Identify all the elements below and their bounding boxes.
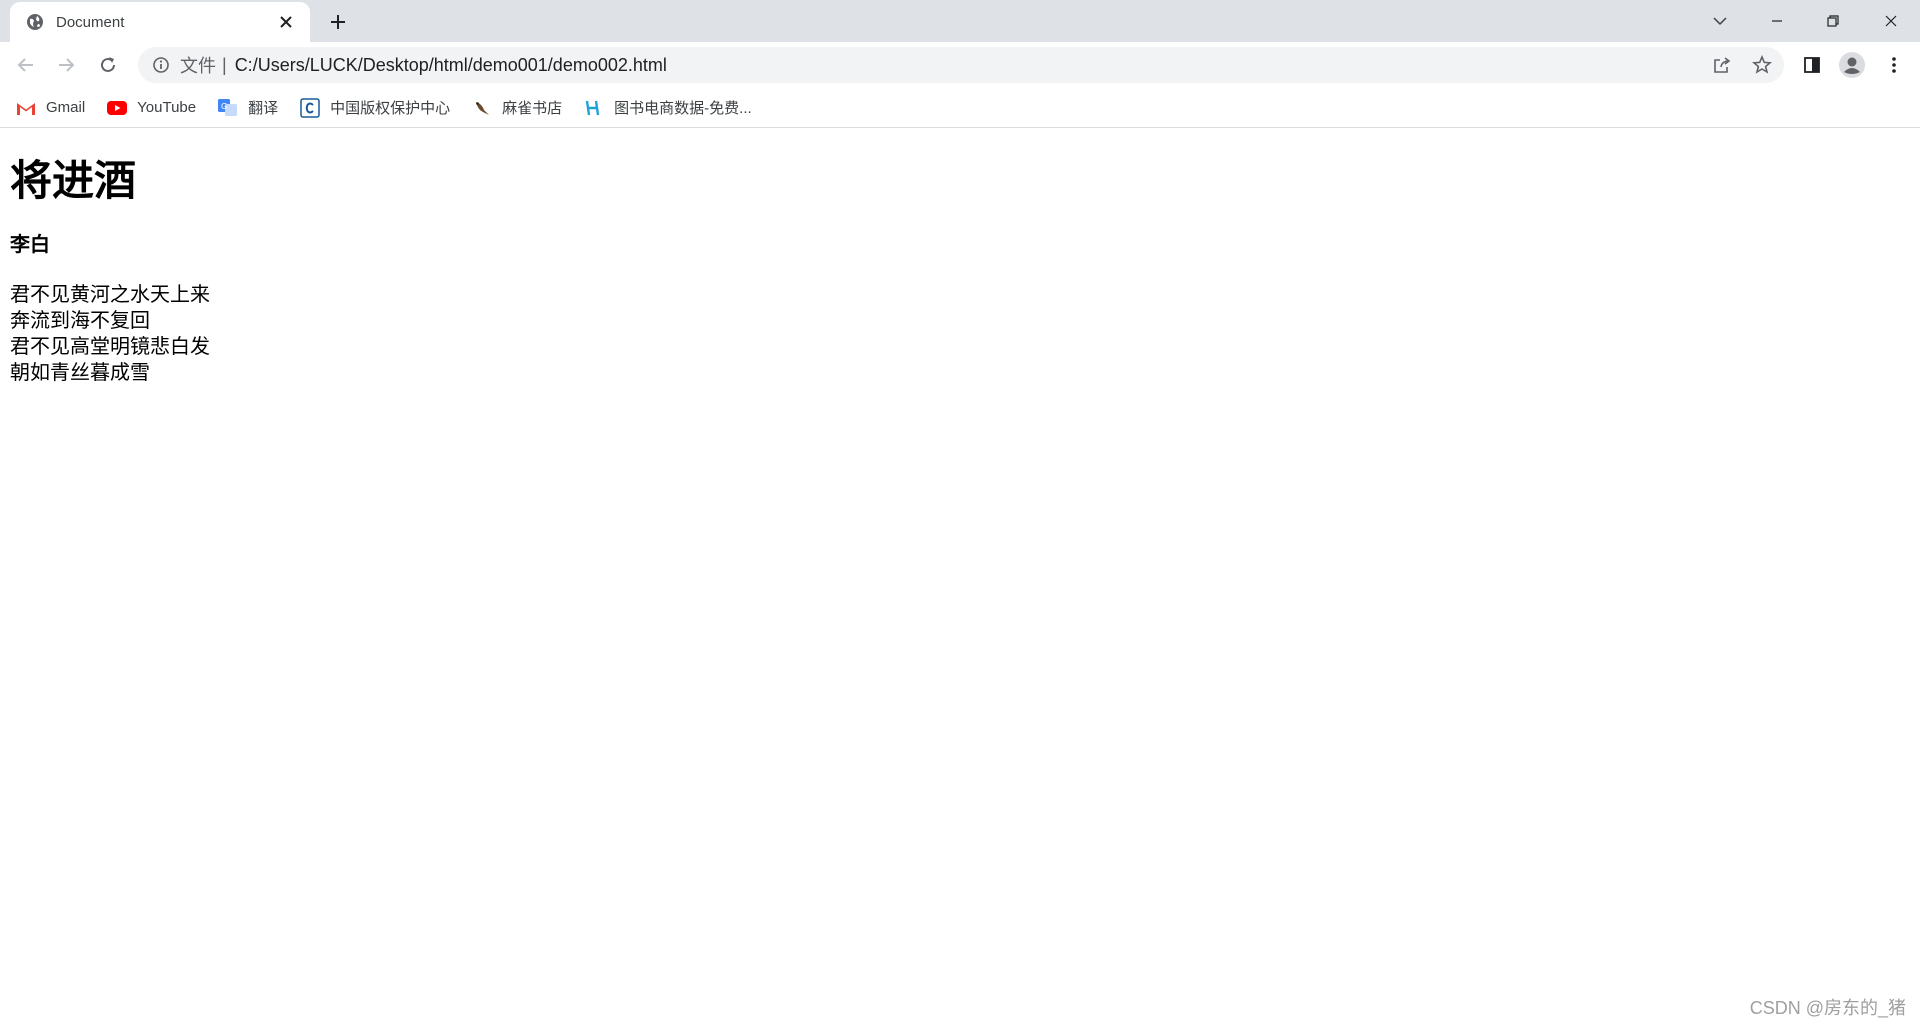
bookmark-label: 中国版权保护中心 (330, 100, 451, 117)
youtube-icon (107, 99, 128, 117)
close-icon (1885, 15, 1897, 27)
address-bar[interactable]: 文件 | C:/Users/LUCK/Desktop/html/demo001/… (138, 47, 1784, 83)
arrow-right-icon (59, 58, 75, 72)
back-button[interactable] (10, 49, 42, 81)
book-data-icon (584, 99, 604, 117)
poem-body: 君不见黄河之水天上来 奔流到海不复回 君不见高堂明镜悲白发 朝如青丝暮成雪 (10, 282, 1910, 386)
bookmark-label: Gmail (46, 99, 86, 116)
scheme-label: 文件 (180, 56, 216, 76)
poem-line: 奔流到海不复回 (10, 310, 150, 332)
share-button[interactable] (1708, 51, 1736, 79)
close-window-button[interactable] (1876, 6, 1906, 36)
bookmark-copyright-center[interactable]: 中国版权保护中心 (300, 94, 450, 122)
scheme-separator: | (222, 54, 227, 75)
tab-strip: Document (0, 0, 1920, 42)
avatar-icon (1839, 52, 1865, 78)
tab-search-button[interactable] (1705, 6, 1735, 36)
side-panel-button[interactable] (1798, 51, 1826, 79)
bookmark-label: YouTube (137, 99, 197, 116)
bookmarks-bar: Gmail YouTube G 翻译 中国版权保护中心 麻雀书店 图书电商数据-… (0, 88, 1920, 128)
tab-title: Document (56, 13, 125, 31)
csdn-watermark: CSDN @房东的_猪 (1749, 998, 1906, 1018)
side-panel-icon (1804, 57, 1820, 73)
poem-line: 君不见高堂明镜悲白发 (10, 336, 210, 358)
poem-title: 将进酒 (10, 157, 137, 204)
arrow-left-icon (17, 58, 33, 72)
bookmark-label: 麻雀书店 (502, 100, 563, 117)
poem-line: 朝如青丝暮成雪 (10, 362, 150, 384)
gmail-icon (16, 99, 36, 117)
browser-window: Document 文件 | C:/Users/LUCK/Desktop/html… (0, 0, 1920, 1030)
poem-line: 君不见黄河之水天上来 (10, 284, 210, 306)
profile-button[interactable] (1838, 51, 1866, 79)
menu-button[interactable] (1880, 51, 1908, 79)
forward-button[interactable] (50, 49, 82, 81)
bookmark-label: 图书电商数据-免费... (614, 100, 752, 117)
info-icon[interactable] (152, 56, 170, 74)
bookmark-label: 翻译 (248, 100, 279, 117)
svg-text:G: G (221, 102, 227, 111)
toolbar: 文件 | C:/Users/LUCK/Desktop/html/demo001/… (0, 42, 1920, 88)
kebab-menu-icon (1892, 57, 1896, 73)
bookmark-gmail[interactable]: Gmail (16, 94, 85, 122)
tab-document[interactable]: Document (10, 2, 310, 42)
restore-icon (1827, 15, 1839, 27)
sparrow-bookstore-icon (472, 99, 492, 117)
minimize-button[interactable] (1762, 6, 1792, 36)
bookmark-star-button[interactable] (1748, 51, 1776, 79)
minimize-icon (1772, 20, 1782, 22)
close-tab-icon[interactable] (276, 12, 296, 32)
share-icon (1714, 57, 1731, 73)
chevron-down-icon (1713, 17, 1727, 26)
reload-button[interactable] (92, 49, 124, 81)
bookmark-book-data[interactable]: 图书电商数据-免费... (584, 94, 752, 122)
page-content: 将进酒 李白 君不见黄河之水天上来 奔流到海不复回 君不见高堂明镜悲白发 朝如青… (0, 128, 1920, 1030)
poem-author: 李白 (10, 234, 50, 256)
new-tab-button[interactable] (326, 10, 350, 34)
restore-button[interactable] (1818, 6, 1848, 36)
star-icon (1752, 55, 1772, 74)
url-text[interactable]: C:/Users/LUCK/Desktop/html/demo001/demo0… (235, 55, 667, 76)
plus-icon (331, 15, 345, 29)
bookmark-youtube[interactable]: YouTube (107, 94, 196, 122)
globe-icon (26, 13, 44, 31)
translate-icon: G (218, 98, 238, 117)
bookmark-sparrow-bookstore[interactable]: 麻雀书店 (472, 94, 562, 122)
bookmark-translate[interactable]: G 翻译 (218, 94, 278, 122)
copyright-center-icon (300, 97, 320, 118)
reload-icon (101, 57, 115, 72)
